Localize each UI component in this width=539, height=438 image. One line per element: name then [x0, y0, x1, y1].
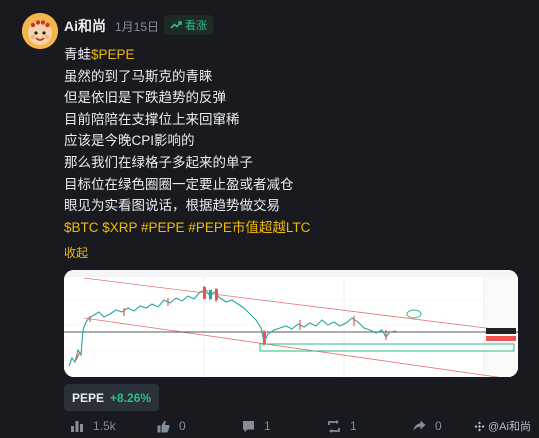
post-text: 但是依旧是下跌趋势的反弹	[64, 90, 226, 106]
shares-count: 0	[435, 419, 442, 433]
sentiment-badge: 看涨	[164, 15, 213, 35]
post-date: 1月15日	[115, 20, 160, 34]
author-name[interactable]: Ai和尚	[64, 16, 106, 36]
post-line: 眼见为实看图说话，根据趋势做交易	[64, 195, 310, 217]
post-text: 虽然的到了马斯克的青睐	[64, 68, 213, 84]
comment-icon	[243, 420, 254, 432]
action-bar: 1.5k 0 1 1 0	[0, 416, 539, 438]
comments-count: 1	[264, 419, 271, 433]
post-line: 青蛙$PEPE	[64, 44, 310, 66]
post-text: 目标位在绿色圈圈一定要止盈或者减仓	[64, 176, 294, 192]
like-button[interactable]: 0	[157, 419, 186, 433]
current-price-tag	[486, 328, 516, 334]
avatar[interactable]	[22, 13, 58, 49]
binance-logo-icon	[474, 421, 485, 431]
post-line: 应该是今晚CPI影响的	[64, 130, 310, 152]
monk-avatar-icon	[22, 13, 58, 49]
reposts-count: 1	[350, 419, 357, 433]
hashtag-link[interactable]: $PEPE	[91, 47, 135, 62]
post-line: 目前陪陪在支撑位上来回窜稀	[64, 109, 310, 131]
watermark: @Ai和尚	[474, 418, 531, 434]
trend-up-icon	[170, 21, 182, 29]
chart-toolbar	[64, 270, 518, 277]
comment-button[interactable]: 1	[242, 419, 271, 433]
post-text: 那么我们在绿格子多起来的单子	[64, 154, 253, 170]
coin-symbol: PEPE	[72, 390, 105, 405]
bar-chart-icon	[71, 421, 83, 432]
thumbs-up-icon	[157, 420, 170, 432]
post-line: 但是依旧是下跌趋势的反弹	[64, 87, 310, 109]
coin-tag[interactable]: PEPE +8.26%	[64, 384, 160, 411]
repost-icon	[328, 419, 340, 433]
views-count: 1.5k	[93, 419, 116, 433]
change-tag	[486, 336, 516, 341]
sentiment-label: 看涨	[185, 20, 207, 32]
watermark-text: @Ai和尚	[488, 421, 531, 433]
post-line: 那么我们在绿格子多起来的单子	[64, 152, 310, 174]
post-text: 应该是今晚CPI影响的	[64, 133, 195, 149]
views-button[interactable]: 1.5k	[70, 419, 116, 433]
price-chart-thumbnail	[64, 270, 518, 377]
chart-image[interactable]	[64, 270, 518, 377]
collapse-link[interactable]: 收起	[64, 244, 88, 261]
repost-button[interactable]: 1	[327, 419, 357, 433]
post-line: 目标位在绿色圈圈一定要止盈或者减仓	[64, 174, 310, 196]
post-content: 青蛙$PEPE 虽然的到了马斯克的青睐 但是依旧是下跌趋势的反弹 目前陪陪在支撑位上来…	[64, 44, 310, 238]
post-text: 目前陪陪在支撑位上来回窜稀	[64, 111, 240, 127]
likes-count: 0	[179, 419, 186, 433]
post-text: 眼见为实看图说话，根据趋势做交易	[64, 198, 280, 214]
hashtag-link[interactable]: $BTC $XRP #PEPE #PEPE市值超越LTC	[64, 220, 310, 235]
price-axis	[484, 277, 518, 377]
coin-change: +8.26%	[110, 390, 152, 405]
share-icon	[413, 420, 426, 431]
post-line: $BTC $XRP #PEPE #PEPE市值超越LTC	[64, 217, 310, 239]
post-line: 虽然的到了马斯克的青睐	[64, 66, 310, 88]
post-text: 青蛙	[64, 47, 91, 62]
share-button[interactable]: 0	[413, 419, 442, 433]
